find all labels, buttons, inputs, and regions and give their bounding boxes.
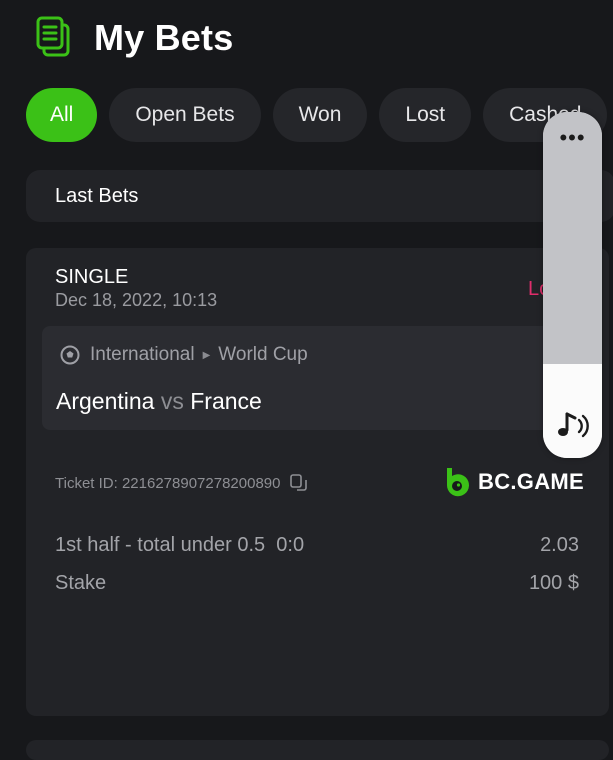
page-title: My Bets <box>94 17 234 58</box>
stake-label: Stake <box>55 572 107 594</box>
league-name: International <box>90 344 195 365</box>
last-bets-header[interactable]: Last Bets <box>26 170 613 222</box>
copy-icon[interactable] <box>290 474 308 492</box>
teams: Argentina vs France <box>56 388 262 415</box>
last-bets-label: Last Bets <box>55 184 139 207</box>
ticket-info: Ticket ID: 2216278907278200890 <box>55 474 308 492</box>
brand-logo: BC.GAME <box>444 466 584 498</box>
bet-card[interactable]: SINGLE Dec 18, 2022, 10:13 Lost Internat… <box>26 248 609 716</box>
vs-label: vs <box>160 388 184 414</box>
brand-name: BC.GAME <box>478 469 584 494</box>
more-options-icon[interactable]: ••• <box>543 127 602 149</box>
selection-row: 1st half - total under 0.5 0:0 2.03 <box>55 534 579 557</box>
league-breadcrumb: International ▶ World Cup <box>60 344 308 366</box>
filter-open-bets[interactable]: Open Bets <box>109 88 261 142</box>
filter-won[interactable]: Won <box>272 88 368 142</box>
next-card <box>26 740 609 760</box>
ticket-label: Ticket ID: <box>55 474 118 492</box>
bc-game-logo-icon <box>446 468 469 497</box>
odds-value: 2.03 <box>540 534 579 556</box>
bet-date: Dec 18, 2022, 10:13 <box>55 290 218 310</box>
page-header: My Bets <box>34 14 233 62</box>
ticket-id: 2216278907278200890 <box>121 474 281 492</box>
bet-type: SINGLE <box>55 266 129 288</box>
selection-score: 0:0 <box>276 534 305 556</box>
filter-tabs: All Open Bets Won Lost Cashed <box>26 88 613 142</box>
home-team: Argentina <box>56 388 155 414</box>
music-note-icon[interactable] <box>553 408 593 444</box>
volume-overlay[interactable]: ••• <box>543 112 602 458</box>
soccer-ball-icon <box>60 345 80 365</box>
selection-name: 1st half - total under 0.5 <box>55 534 266 556</box>
filter-all[interactable]: All <box>26 88 98 142</box>
tournament-name: World Cup <box>218 344 308 365</box>
away-team: France <box>190 388 262 414</box>
match-info[interactable]: International ▶ World Cup Argentina vs F… <box>42 326 562 430</box>
stake-row: Stake 100 $ <box>55 572 579 595</box>
filter-lost[interactable]: Lost <box>379 88 472 142</box>
stake-value: 100 $ <box>528 572 579 594</box>
chevron-right-icon: ▶ <box>202 349 211 361</box>
bets-icon <box>36 16 70 57</box>
volume-track[interactable]: ••• <box>543 112 602 364</box>
